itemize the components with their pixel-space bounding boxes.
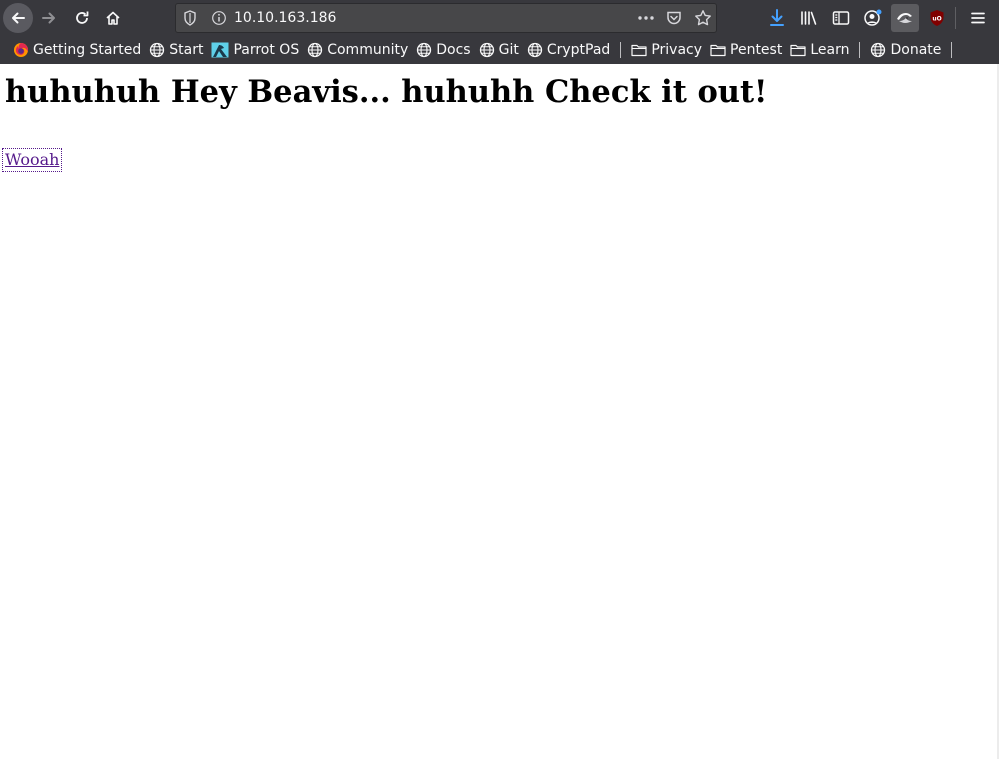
download-icon xyxy=(770,9,784,26)
bookmark-separator xyxy=(951,42,953,58)
bookmark-cryptpad[interactable]: CryptPad xyxy=(523,39,614,61)
downloads-button[interactable] xyxy=(763,4,791,32)
bookmark-label: Start xyxy=(169,42,204,58)
bookmark-separator xyxy=(859,42,861,58)
account-icon xyxy=(864,9,882,26)
info-icon[interactable] xyxy=(211,10,227,30)
bookmark-separator xyxy=(620,42,622,58)
bookmark-git[interactable]: Git xyxy=(475,39,523,61)
tracking-shield-icon[interactable] xyxy=(183,10,197,30)
page-heading: huhuhuh Hey Beavis... huhuhh Check it ou… xyxy=(5,74,768,110)
firefox-icon xyxy=(14,43,28,57)
menu-button[interactable] xyxy=(964,4,992,32)
globe-icon xyxy=(527,42,542,58)
bookmark-label: Docs xyxy=(436,42,471,58)
parrot-icon xyxy=(211,42,229,58)
url-bar[interactable]: 10.10.163.186 xyxy=(175,3,717,33)
sidebar-icon xyxy=(832,11,850,25)
page-content: huhuhuh Hey Beavis... huhuhh Check it ou… xyxy=(0,64,999,759)
back-button[interactable] xyxy=(3,3,33,33)
folder-icon xyxy=(710,44,726,57)
library-icon xyxy=(801,11,817,25)
svg-text:uO: uO xyxy=(932,16,941,23)
folder-icon xyxy=(631,44,647,57)
bookmark-getting-started[interactable]: Getting Started xyxy=(9,39,145,61)
bookmark-label: Git xyxy=(498,42,519,58)
folder-icon xyxy=(790,44,806,57)
bookmarks-toolbar: Getting Started Start Parrot OS Communit… xyxy=(0,36,999,64)
url-text[interactable]: 10.10.163.186 xyxy=(234,10,336,26)
bookmark-label: Parrot OS xyxy=(233,42,300,58)
library-button[interactable] xyxy=(795,4,823,32)
page-actions-icon[interactable] xyxy=(636,9,656,31)
browser-chrome: 10.10.163.186 uO Getting Started Start P… xyxy=(0,0,999,64)
home-button[interactable] xyxy=(99,4,127,32)
bookmark-label: Getting Started xyxy=(33,42,142,58)
bookmark-folder-pentest[interactable]: Pentest xyxy=(706,39,786,61)
bookmark-start[interactable]: Start xyxy=(145,39,207,61)
hamburger-menu-icon xyxy=(971,12,985,24)
bookmark-parrot-os[interactable]: Parrot OS xyxy=(207,39,303,61)
sidebar-button[interactable] xyxy=(827,4,855,32)
back-icon xyxy=(12,12,25,24)
bookmark-folder-privacy[interactable]: Privacy xyxy=(627,39,706,61)
wooah-link[interactable]: Wooah xyxy=(1,148,63,172)
extension-button[interactable] xyxy=(891,4,919,32)
forward-icon xyxy=(42,12,55,24)
globe-icon xyxy=(308,42,323,58)
bookmark-label: Community xyxy=(327,42,409,58)
bookmark-label: Pentest xyxy=(730,42,783,58)
bookmark-donate[interactable]: Donate xyxy=(866,39,945,61)
bookmark-label: Donate xyxy=(890,42,942,58)
reload-icon xyxy=(76,11,89,24)
bookmark-star-icon[interactable] xyxy=(694,9,712,31)
bookmark-community[interactable]: Community xyxy=(303,39,412,61)
ublock-button[interactable]: uO xyxy=(923,4,951,32)
globe-icon xyxy=(871,42,886,58)
bookmark-folder-learn[interactable]: Learn xyxy=(786,39,853,61)
extension-icon xyxy=(897,13,912,23)
globe-icon xyxy=(150,42,165,58)
bookmark-label: Privacy xyxy=(651,42,703,58)
pocket-icon[interactable] xyxy=(666,10,682,30)
globe-icon xyxy=(417,42,432,58)
account-button[interactable] xyxy=(859,4,887,32)
globe-icon xyxy=(479,42,494,58)
bookmark-docs[interactable]: Docs xyxy=(412,39,474,61)
toolbar-separator xyxy=(955,7,956,29)
reload-button[interactable] xyxy=(68,4,96,32)
home-icon xyxy=(106,11,120,25)
bookmark-label: CryptPad xyxy=(546,42,611,58)
ublock-icon: uO xyxy=(930,10,944,26)
nav-toolbar: 10.10.163.186 uO xyxy=(0,0,999,36)
bookmark-label: Learn xyxy=(810,42,850,58)
forward-button[interactable] xyxy=(35,4,63,32)
